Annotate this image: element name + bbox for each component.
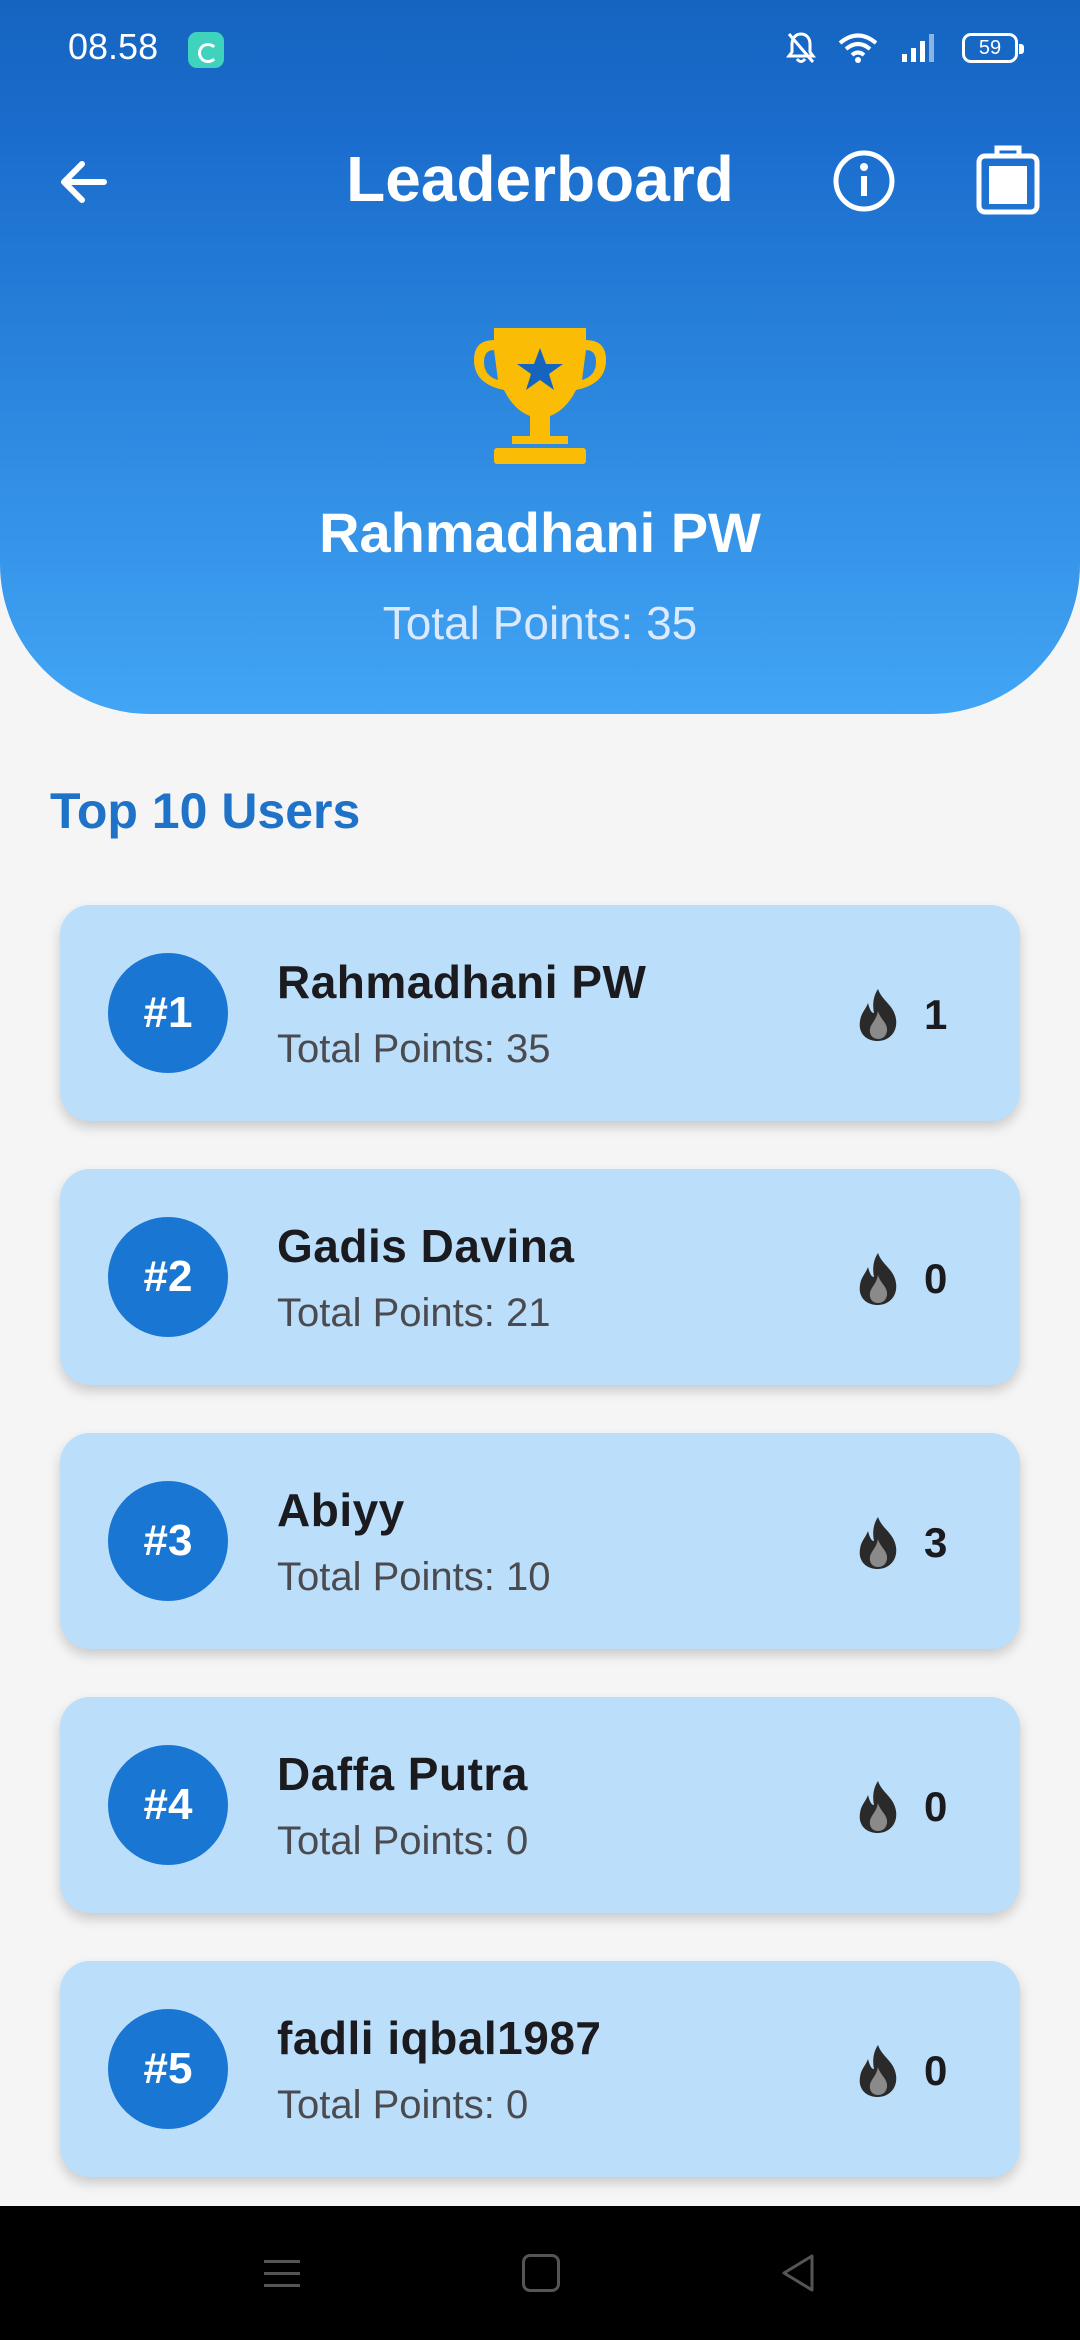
user-name: Gadis Davina	[277, 1220, 575, 1272]
user-points: Total Points: 35	[277, 1027, 551, 1071]
rank-badge: #1	[108, 953, 228, 1073]
app-bar: Leaderboard	[0, 120, 1080, 240]
rank-badge: #3	[108, 1481, 228, 1601]
leaderboard-card[interactable]: #4 Daffa Putra Total Points: 0 0	[60, 1697, 1020, 1913]
streak-count: 1	[924, 991, 948, 1038]
page-title: Leaderboard	[346, 143, 734, 215]
user-name: fadli iqbal1987	[277, 2012, 602, 2064]
user-name: Abiyy	[277, 1484, 405, 1536]
system-nav-bar	[0, 2206, 1080, 2340]
fire-icon	[859, 989, 897, 1041]
streak-count: 0	[924, 1783, 948, 1830]
fire-icon	[859, 1253, 897, 1305]
info-icon[interactable]	[830, 147, 898, 215]
rank-badge: #5	[108, 2009, 228, 2129]
shopping-bag-icon[interactable]	[975, 142, 1041, 216]
status-time: 08.58	[68, 26, 159, 67]
rank-badge: #4	[108, 1745, 228, 1865]
fire-icon	[859, 2045, 897, 2097]
leaderboard-card[interactable]: #3 Abiyy Total Points: 10 3	[60, 1433, 1020, 1649]
trophy-icon	[474, 328, 606, 464]
status-icons: 59	[786, 28, 1024, 68]
user-points: Total Points: 10	[277, 1555, 551, 1599]
user-points: Total Points: 0	[277, 1819, 529, 1863]
streak: 3	[854, 1513, 947, 1573]
leaderboard-card[interactable]: #5 fadli iqbal1987 Total Points: 0 0	[60, 1961, 1020, 2177]
fire-icon	[859, 1517, 897, 1569]
signal-icon	[902, 34, 934, 62]
leaderboard-card[interactable]: #1 Rahmadhani PW Total Points: 35 1	[60, 905, 1020, 1121]
streak-count: 0	[924, 2047, 948, 2094]
streak: 1	[854, 985, 947, 1045]
battery-icon: 59	[962, 33, 1024, 63]
streak: 0	[854, 1249, 947, 1309]
leaderboard-card[interactable]: #2 Gadis Davina Total Points: 21 0	[60, 1169, 1020, 1385]
user-name: Rahmadhani PW	[277, 956, 647, 1008]
section-title: Top 10 Users	[50, 783, 361, 839]
wifi-icon	[838, 33, 878, 63]
leaderboard-header: 08.58 59 Leaderboard Rahmadhani PW Total…	[0, 0, 1080, 714]
rank-badge: #2	[108, 1217, 228, 1337]
status-bar: 08.58 59	[0, 0, 1080, 96]
user-points: Total Points: 0	[277, 2083, 529, 2127]
streak-count: 3	[924, 1519, 948, 1566]
notification-app-icon	[188, 32, 224, 68]
fire-icon	[859, 1781, 897, 1833]
streak: 0	[854, 1777, 947, 1837]
leaderboard-screen: 08.58 59 Leaderboard Rahmadhani PW Total…	[0, 0, 1080, 2340]
current-user-name: Rahmadhani PW	[319, 501, 761, 564]
leaderboard-list: #1 Rahmadhani PW Total Points: 35 1 #2 G…	[60, 905, 1020, 2225]
streak: 0	[854, 2041, 947, 2101]
user-name: Daffa Putra	[277, 1748, 528, 1800]
bell-off-icon	[786, 32, 816, 63]
user-points: Total Points: 21	[277, 1291, 551, 1335]
streak-count: 0	[924, 1255, 948, 1302]
back-icon[interactable]	[778, 2252, 818, 2294]
menu-icon[interactable]	[262, 2256, 302, 2292]
current-user-points: Total Points: 35	[382, 597, 698, 649]
home-icon[interactable]	[522, 2254, 560, 2292]
